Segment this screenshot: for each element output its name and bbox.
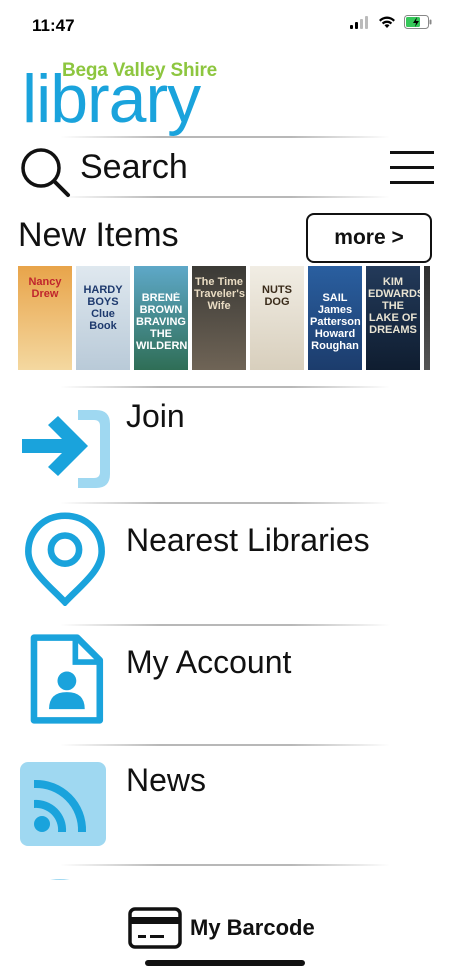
- hamburger-menu-icon[interactable]: [390, 150, 434, 186]
- menu-item-my-account[interactable]: My Account: [0, 630, 450, 748]
- divider: [60, 864, 390, 866]
- menu-item-nearest-libraries[interactable]: Nearest Libraries: [0, 508, 450, 626]
- rss-feed-icon: [20, 762, 106, 846]
- my-barcode-button[interactable]: My Barcode: [128, 906, 315, 950]
- divider: [60, 502, 390, 504]
- divider: [60, 744, 390, 746]
- book-cover-title: KIM EDWARDS THE LAKE OF DREAMS: [368, 276, 420, 336]
- join-arrow-icon: [22, 410, 110, 488]
- book-cover[interactable]: KIM EDWARDS THE LAKE OF DREAMS: [366, 266, 420, 370]
- book-cover-title: BRENÉ BROWN BRAVING THE WILDERNESS: [136, 292, 188, 352]
- wifi-icon: [379, 16, 395, 28]
- my-barcode-label[interactable]: My Barcode: [190, 915, 315, 941]
- book-cover-title: The Time Traveler's Wife: [194, 276, 245, 312]
- new-items-carousel[interactable]: Nancy Drew HARDY BOYS Clue Book BRENÉ BROW…: [18, 266, 432, 370]
- status-time: 11:47: [32, 16, 75, 35]
- more-button[interactable]: more >: [306, 213, 432, 263]
- signal-icon: [350, 15, 368, 29]
- menu-item-news[interactable]: News: [0, 750, 450, 868]
- menu-item-join[interactable]: Join: [0, 390, 450, 508]
- battery-charging-icon: [404, 15, 432, 29]
- home-indicator[interactable]: [145, 960, 305, 966]
- book-cover[interactable]: NUTS DOG: [250, 266, 304, 370]
- divider: [60, 624, 390, 626]
- book-cover[interactable]: The Time Traveler's Wife: [192, 266, 246, 370]
- book-cover[interactable]: BRENÉ BROWN BRAVING THE WILDERNESS: [134, 266, 188, 370]
- book-cover[interactable]: [424, 266, 430, 370]
- book-cover-title: HARDY BOYS Clue Book: [83, 284, 123, 332]
- status-icons: [350, 15, 432, 29]
- logo-subtitle: Bega Valley Shire: [62, 60, 218, 81]
- menu-label-my-account: My Account: [126, 644, 292, 680]
- book-cover[interactable]: Nancy Drew: [18, 266, 72, 370]
- book-cover-title: Nancy Drew: [28, 276, 62, 300]
- menu-label-news: News: [126, 762, 207, 798]
- divider: [60, 196, 390, 198]
- book-cover-title: NUTS DOG: [262, 284, 292, 308]
- menu-label-nearest-libraries: Nearest Libraries: [126, 522, 370, 558]
- search-icon[interactable]: [18, 145, 74, 201]
- divider: [60, 386, 390, 388]
- new-items-heading: New Items: [18, 216, 179, 254]
- barcode-card-icon: [128, 907, 182, 949]
- book-cover[interactable]: HARDY BOYS Clue Book: [76, 266, 130, 370]
- account-document-icon: [30, 634, 104, 724]
- library-logo: library Bega Valley Shire: [22, 58, 222, 137]
- book-cover-title: SAIL James Patterson Howard Roughan: [310, 292, 361, 352]
- search-bar[interactable]: Search: [18, 140, 438, 197]
- divider: [60, 136, 390, 138]
- location-pin-icon: [25, 512, 105, 606]
- menu-label-join: Join: [126, 398, 185, 434]
- status-bar: 11:47: [0, 0, 450, 52]
- book-cover[interactable]: SAIL James Patterson Howard Roughan: [308, 266, 362, 370]
- search-label[interactable]: Search: [80, 148, 188, 187]
